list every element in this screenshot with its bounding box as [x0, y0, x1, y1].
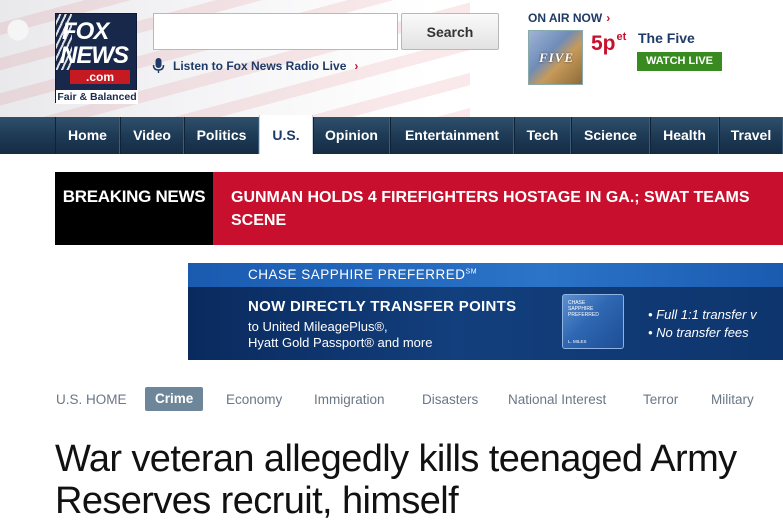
- ad-headline: NOW DIRECTLY TRANSFER POINTS: [248, 298, 517, 315]
- chase-sapphire-ad[interactable]: CHASE SAPPHIRE PREFERREDSM NOW DIRECTLY …: [188, 263, 783, 360]
- ad-top-bar: CHASE SAPPHIRE PREFERREDSM: [188, 263, 783, 287]
- on-air-label: ON AIR NOW: [528, 11, 603, 25]
- ad-bullet-2: • No transfer fees: [648, 325, 749, 340]
- subnav-item-economy[interactable]: Economy: [226, 392, 282, 407]
- show-thumbnail[interactable]: FIVE: [528, 30, 583, 85]
- show-thumbnail-text: FIVE: [538, 50, 575, 65]
- microphone-icon: [152, 58, 165, 74]
- nav-item-video[interactable]: Video: [120, 117, 184, 154]
- on-air-now-link[interactable]: ON AIR NOW ›: [528, 11, 610, 25]
- subnav-item-terror[interactable]: Terror: [643, 392, 678, 407]
- subnav-item-us-home[interactable]: U.S. HOME: [56, 392, 127, 407]
- nav-item-science[interactable]: Science: [571, 117, 650, 154]
- nav-item-health[interactable]: Health: [650, 117, 719, 154]
- show-time-zone: et: [616, 31, 627, 43]
- nav-item-opinion[interactable]: Opinion: [313, 117, 390, 154]
- radio-live-link[interactable]: Listen to Fox News Radio Live ›: [152, 58, 358, 74]
- nav-item-entertainment[interactable]: Entertainment: [390, 117, 514, 154]
- nav-item-us[interactable]: U.S.: [259, 115, 313, 154]
- show-name[interactable]: The Five: [638, 30, 695, 46]
- subnav-item-immigration[interactable]: Immigration: [314, 392, 385, 407]
- card-line-3: PREFERRED: [568, 312, 599, 318]
- breaking-news-label: BREAKING NEWS: [55, 172, 213, 245]
- ad-subtext-1: to United MileagePlus®,: [248, 319, 388, 334]
- chevron-right-icon: ›: [606, 11, 611, 25]
- search-input[interactable]: [153, 13, 398, 50]
- logo-news-text: NEWS: [60, 42, 129, 69]
- card-brand-text: CHASE SAPPHIRE PREFERRED: [568, 300, 599, 318]
- subnav-item-national-interest[interactable]: National Interest: [508, 392, 606, 407]
- main-nav: Home Video Politics U.S. Opinion Enterta…: [0, 115, 783, 154]
- ad-brand-mark: SM: [465, 268, 478, 276]
- nav-item-politics[interactable]: Politics: [184, 117, 259, 154]
- card-holder-name: L. MILES: [568, 339, 587, 344]
- breaking-news-banner[interactable]: BREAKING NEWS GUNMAN HOLDS 4 FIREFIGHTER…: [55, 172, 783, 245]
- show-time: 5pet: [591, 31, 627, 56]
- nav-item-tech[interactable]: Tech: [514, 117, 571, 154]
- ad-brand: CHASE SAPPHIRE PREFERREDSM: [248, 267, 477, 282]
- ad-bullets: • Full 1:1 transfer v • No transfer fees: [648, 306, 757, 342]
- subnav-item-military[interactable]: Military: [711, 392, 754, 407]
- breaking-news-text[interactable]: GUNMAN HOLDS 4 FIREFIGHTERS HOSTAGE IN G…: [231, 186, 783, 232]
- show-time-value: 5p: [591, 32, 616, 55]
- subnav-item-crime[interactable]: Crime: [145, 387, 204, 411]
- ad-subtext-2: Hyatt Gold Passport® and more: [248, 335, 433, 350]
- credit-card-image: CHASE SAPPHIRE PREFERRED L. MILES: [562, 294, 624, 349]
- ad-bullet-1: • Full 1:1 transfer v: [648, 307, 757, 322]
- fox-news-logo[interactable]: FOX NEWS .com Fair & Balanced: [55, 13, 138, 104]
- search-button[interactable]: Search: [401, 13, 499, 50]
- radio-label: Listen to Fox News Radio Live: [173, 59, 347, 73]
- nav-item-home[interactable]: Home: [55, 117, 120, 154]
- subnav-item-disasters[interactable]: Disasters: [422, 392, 478, 407]
- nav-item-travel[interactable]: Travel: [719, 117, 783, 154]
- logo-domain: .com: [70, 70, 130, 84]
- site-header: FOX NEWS .com Fair & Balanced Search Lis…: [0, 0, 783, 117]
- chevron-right-icon: ›: [354, 59, 359, 73]
- logo-tagline: Fair & Balanced: [56, 90, 138, 104]
- article-headline: War veteran allegedly kills teenaged Arm…: [55, 438, 737, 522]
- ad-brand-name: CHASE SAPPHIRE PREFERRED: [248, 267, 466, 282]
- watch-live-button[interactable]: WATCH LIVE: [637, 52, 722, 71]
